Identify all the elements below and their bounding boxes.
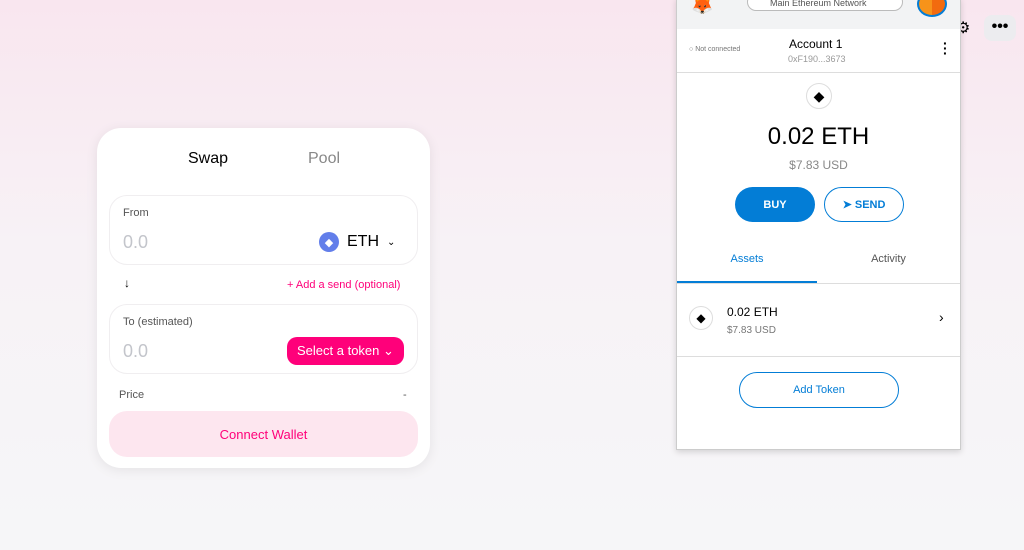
to-panel: To (estimated) 0.0 Select a token ⌄ [109,304,418,374]
balance-unit: ETH [821,123,870,150]
price-label: Price [119,389,145,401]
chevron-down-icon: ⌄ [383,343,394,358]
asset-row-eth[interactable]: ◆ 0.02 ETH $7.83 USD › [677,284,960,357]
connection-status-text: Not connected [695,46,741,53]
asset-amount: 0.02 ETH [727,305,778,319]
eth-icon: ◆ [319,232,339,252]
account-name[interactable]: Account 1 [789,37,842,51]
account-bar: ○ Not connected Account 1 0xF190...3673 … [677,29,960,73]
balance-amount: 0.02 [767,123,815,150]
account-address[interactable]: 0xF190...3673 [788,54,846,64]
more-icon[interactable]: ••• [984,15,1016,41]
asset-usd: $7.83 USD [727,325,776,336]
from-label: From [123,207,149,219]
balance-usd: $7.83 USD [789,158,848,172]
from-token: ETH [347,233,379,250]
select-token-label: Select a token [297,343,380,358]
eth-icon: ◆ [689,306,713,330]
tab-assets[interactable]: Assets [677,253,817,265]
from-token-select[interactable]: ◆ ETH ⌄ [319,232,395,252]
balance: 0.02 ETH [677,123,960,151]
send-icon: ➤ [842,199,855,211]
eth-icon: ◆ [806,83,832,109]
metamask-popup: 🦊 Main Ethereum Network ○ Not connected … [676,0,961,450]
to-label: To (estimated) [123,316,193,328]
add-token-button[interactable]: Add Token [739,372,899,408]
network-name: Main Ethereum Network [770,0,867,8]
connection-status[interactable]: ○ Not connected [689,46,740,53]
buy-button[interactable]: BUY [735,187,815,222]
from-amount-input[interactable]: 0.0 [123,232,148,253]
to-amount-input[interactable]: 0.0 [123,341,148,362]
swap-card: Swap Pool From 0.0 ◆ ETH ⌄ ↓ + Add a sen… [97,128,430,468]
from-panel: From 0.0 ◆ ETH ⌄ [109,195,418,265]
arrow-down-icon[interactable]: ↓ [124,276,130,290]
tab-swap[interactable]: Swap [188,150,228,168]
select-token-button[interactable]: Select a token ⌄ [287,337,404,365]
account-avatar[interactable] [917,0,947,17]
kebab-menu-icon[interactable]: · · · [943,36,948,60]
connect-wallet-button[interactable]: Connect Wallet [109,411,418,457]
chevron-down-icon: ⌄ [387,236,396,248]
metamask-fox-icon: 🦊 [691,0,714,15]
send-button[interactable]: ➤ SEND [824,187,904,222]
price-value: - [403,389,407,401]
mm-header: 🦊 Main Ethereum Network [677,0,960,29]
tab-pool[interactable]: Pool [308,150,340,168]
send-label: SEND [854,198,886,211]
chevron-right-icon: › [939,309,944,325]
tab-activity[interactable]: Activity [817,253,960,265]
network-select[interactable]: Main Ethereum Network [747,0,903,11]
add-send-link[interactable]: + Add a send (optional) [287,279,400,291]
